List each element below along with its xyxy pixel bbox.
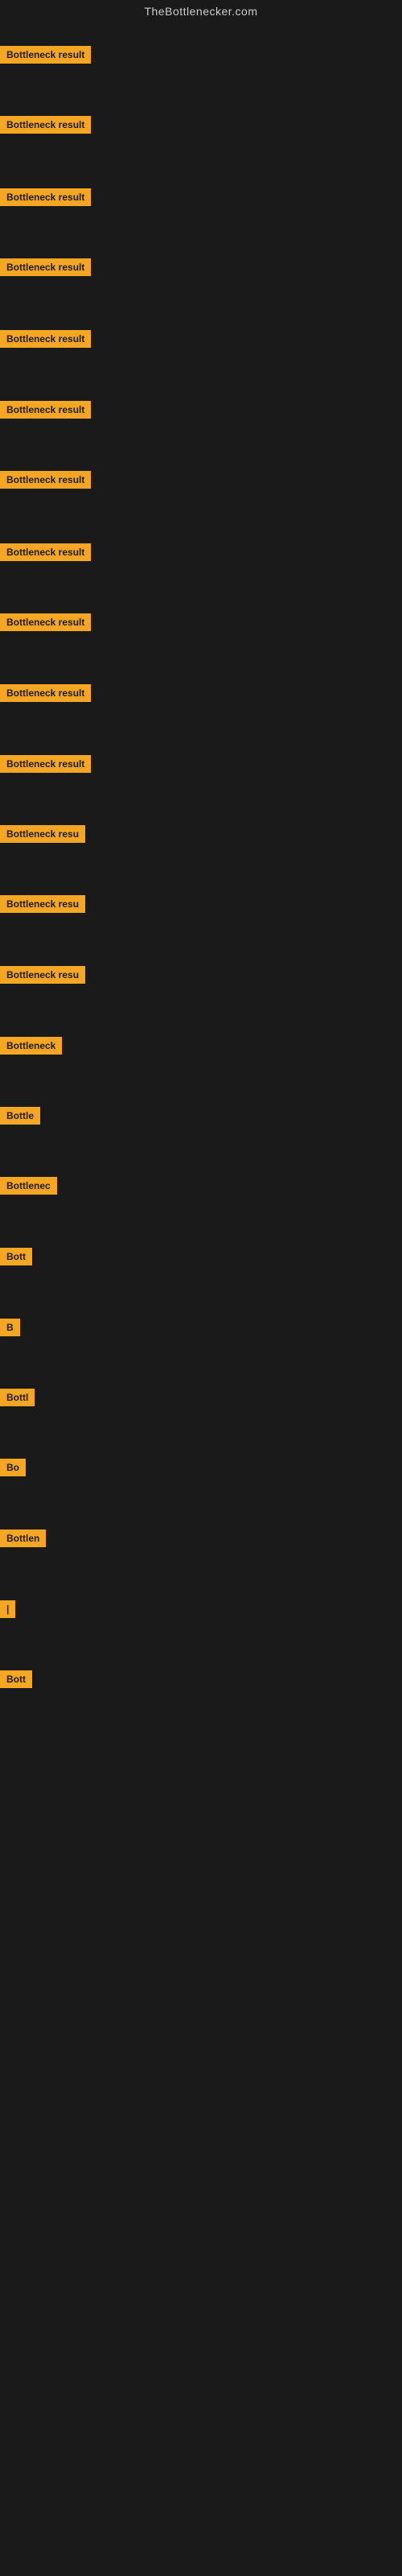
bottleneck-item-19: B: [0, 1319, 20, 1336]
bottleneck-item-8: Bottleneck result: [0, 543, 91, 561]
bottleneck-item-17: Bottlenec: [0, 1177, 57, 1195]
bottleneck-badge-17: Bottlenec: [0, 1177, 57, 1195]
bottleneck-badge-20: Bottl: [0, 1389, 35, 1406]
bottleneck-item-14: Bottleneck resu: [0, 966, 85, 984]
bottleneck-badge-23: |: [0, 1600, 15, 1618]
bottleneck-item-10: Bottleneck result: [0, 684, 91, 702]
bottleneck-badge-15: Bottleneck: [0, 1037, 62, 1055]
bottleneck-badge-6: Bottleneck result: [0, 401, 91, 419]
bottleneck-item-5: Bottleneck result: [0, 330, 91, 348]
bottleneck-item-3: Bottleneck result: [0, 188, 91, 206]
bottleneck-badge-4: Bottleneck result: [0, 258, 91, 276]
bottleneck-badge-9: Bottleneck result: [0, 613, 91, 631]
bottleneck-badge-5: Bottleneck result: [0, 330, 91, 348]
bottleneck-item-11: Bottleneck result: [0, 755, 91, 773]
bottleneck-badge-7: Bottleneck result: [0, 471, 91, 489]
bottleneck-item-21: Bo: [0, 1459, 26, 1476]
bottleneck-item-16: Bottle: [0, 1107, 40, 1125]
bottleneck-badge-21: Bo: [0, 1459, 26, 1476]
bottleneck-badge-16: Bottle: [0, 1107, 40, 1125]
site-title: TheBottlenecker.com: [0, 0, 402, 23]
bottleneck-badge-22: Bottlen: [0, 1530, 46, 1547]
bottleneck-badge-24: Bott: [0, 1670, 32, 1688]
bottleneck-badge-11: Bottleneck result: [0, 755, 91, 773]
bottleneck-item-24: Bott: [0, 1670, 32, 1688]
bottleneck-item-22: Bottlen: [0, 1530, 46, 1547]
bottleneck-badge-10: Bottleneck result: [0, 684, 91, 702]
bottleneck-item-23: |: [0, 1600, 15, 1618]
bottleneck-item-9: Bottleneck result: [0, 613, 91, 631]
bottleneck-badge-8: Bottleneck result: [0, 543, 91, 561]
bottleneck-item-20: Bottl: [0, 1389, 35, 1406]
bottleneck-badge-13: Bottleneck resu: [0, 895, 85, 913]
bottleneck-badge-2: Bottleneck result: [0, 116, 91, 134]
bottleneck-badge-18: Bott: [0, 1248, 32, 1265]
bottleneck-badge-19: B: [0, 1319, 20, 1336]
bottleneck-badge-14: Bottleneck resu: [0, 966, 85, 984]
bottleneck-item-2: Bottleneck result: [0, 116, 91, 134]
bottleneck-badge-1: Bottleneck result: [0, 46, 91, 64]
bottleneck-item-1: Bottleneck result: [0, 46, 91, 64]
bottleneck-item-12: Bottleneck resu: [0, 825, 85, 843]
bottleneck-item-6: Bottleneck result: [0, 401, 91, 419]
bottleneck-badge-3: Bottleneck result: [0, 188, 91, 206]
bottleneck-item-7: Bottleneck result: [0, 471, 91, 489]
bottleneck-item-15: Bottleneck: [0, 1037, 62, 1055]
bottleneck-item-4: Bottleneck result: [0, 258, 91, 276]
bottleneck-badge-12: Bottleneck resu: [0, 825, 85, 843]
bottleneck-item-18: Bott: [0, 1248, 32, 1265]
bottleneck-item-13: Bottleneck resu: [0, 895, 85, 913]
